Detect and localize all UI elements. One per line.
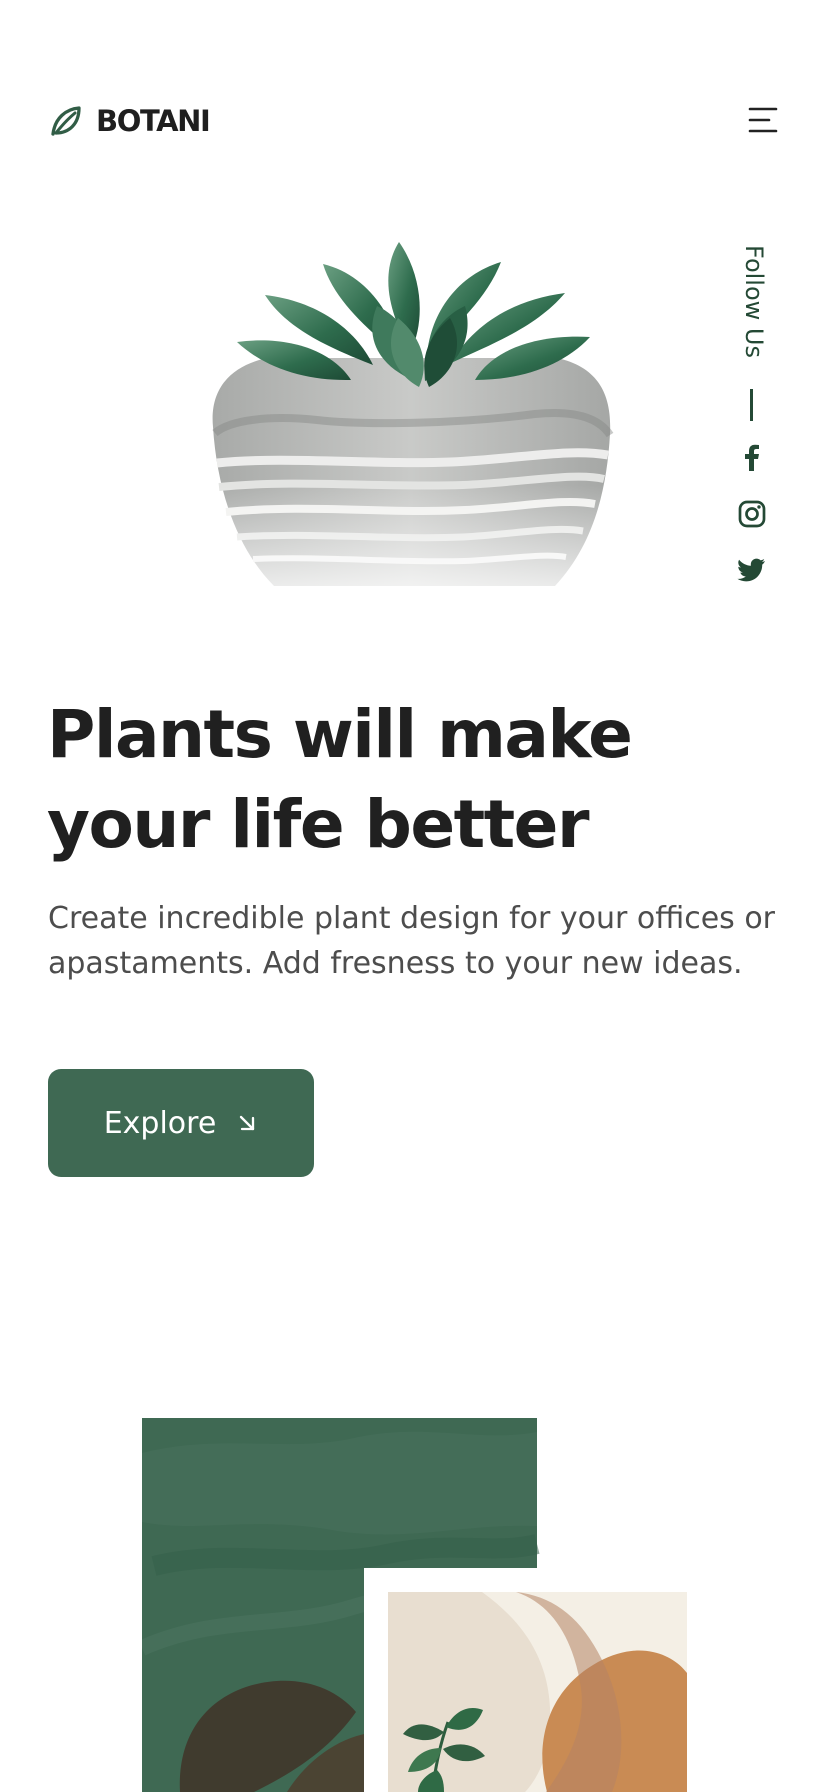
menu-icon — [748, 107, 778, 133]
hero-title: Plants will make your life better — [47, 696, 633, 863]
brand-name: BOTANI — [96, 104, 211, 138]
seedling-image — [388, 1592, 687, 1792]
succulent-pot-illustration — [205, 242, 625, 620]
menu-button[interactable] — [746, 104, 780, 136]
succulent-image — [205, 230, 625, 620]
twitter-icon[interactable] — [737, 554, 767, 584]
explore-button-label: Explore — [103, 1105, 217, 1141]
facebook-icon[interactable] — [737, 443, 767, 473]
brand-logo[interactable]: BOTANI — [48, 104, 211, 138]
explore-button[interactable]: Explore — [48, 1069, 314, 1177]
arrow-down-right-icon — [240, 1115, 255, 1131]
hero-description: Create incredible plant design for your … — [48, 901, 776, 981]
instagram-icon[interactable] — [737, 499, 767, 529]
leaf-icon — [51, 106, 81, 136]
social-sidebar: Follow Us — [722, 245, 782, 595]
plant-gallery — [142, 1418, 687, 1792]
follow-us-label: Follow Us — [740, 245, 768, 358]
site-header: BOTANI — [48, 96, 780, 144]
social-divider — [750, 389, 753, 421]
